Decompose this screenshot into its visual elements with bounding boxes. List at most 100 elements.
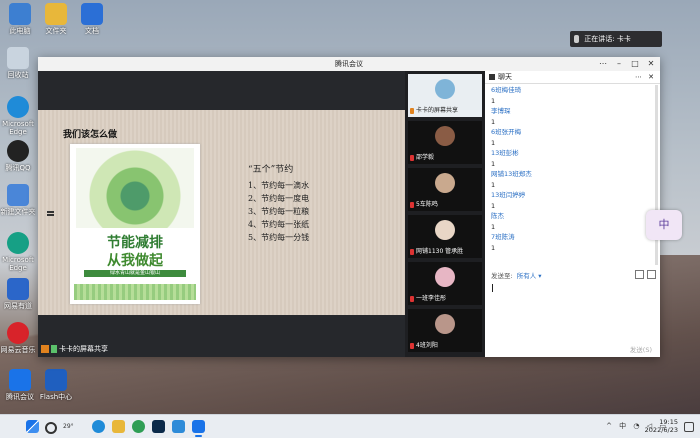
wifi-icon[interactable]: ◔ <box>633 422 639 430</box>
edge-icon <box>7 96 29 118</box>
chat-more-icon[interactable]: ⋯ <box>635 71 642 83</box>
file-explorer-icon[interactable] <box>112 420 125 433</box>
participant-tile[interactable]: 5车陈鸣 <box>408 168 482 211</box>
chat-sender: 陈杰 <box>491 212 504 220</box>
microphone-icon <box>410 107 414 114</box>
search-icon[interactable] <box>45 422 57 434</box>
document-icon <box>81 3 103 25</box>
chevron-up-icon[interactable]: ^ <box>606 422 612 430</box>
desktop-icon-folder[interactable]: 文件夹 <box>38 3 74 35</box>
chat-message: 1 <box>491 222 496 231</box>
clock-date: 2022/6/23 <box>644 426 678 434</box>
edge-icon[interactable] <box>92 420 105 433</box>
chat-icon <box>489 74 495 80</box>
desktop-icon-qq[interactable]: 腾讯QQ <box>0 140 36 172</box>
shared-slide: 我们该怎么做 节能减排 从我做起 绿水青山就是金山银山 “五个”节约 1、节约每… <box>38 110 405 315</box>
desktop-icon-document[interactable]: 文档 <box>74 3 110 35</box>
desktop-icon-youdao[interactable]: 网易有道 <box>0 278 36 310</box>
send-to-dropdown[interactable]: 所有人 ▾ <box>517 272 542 280</box>
chat-sender: 网铺13班郑杰 <box>491 170 532 178</box>
taskbar-clock[interactable]: 19:15 2022/6/23 <box>645 418 678 434</box>
send-to-label: 发送至: <box>491 272 513 280</box>
desktop-icon-this-pc[interactable]: 此电脑 <box>2 3 38 35</box>
ime-floating-widget[interactable]: 中 <box>646 210 682 240</box>
desktop-icon-recycle-bin[interactable]: 回收站 <box>0 47 36 79</box>
five-item: 2、节约每一度电 <box>248 194 310 203</box>
chat-sender: 13班彭彬 <box>491 149 519 157</box>
recycle-bin-icon <box>7 47 29 69</box>
minimize-button[interactable]: – <box>612 57 626 71</box>
tencent-meeting-taskbar-icon[interactable] <box>192 420 205 437</box>
youdao-icon <box>7 278 29 300</box>
desktop-icon-edge-2[interactable]: Microsoft Edge <box>0 232 36 272</box>
flash-icon <box>45 369 67 391</box>
chat-sender: 7班陈涛 <box>491 233 515 241</box>
chat-message: 1 <box>491 243 496 252</box>
five-item: 3、节约每一粒粮 <box>248 207 310 216</box>
participant-tile[interactable]: 4班刘阳 <box>408 309 482 352</box>
poster-headline-2: 从我做起 <box>107 253 163 269</box>
slide-marker <box>47 211 54 213</box>
input-language[interactable]: 中 <box>619 422 626 430</box>
desktop-icon-tencent-meeting[interactable]: 腾讯会议 <box>2 369 38 401</box>
window-titlebar[interactable]: 腾讯会议 ⋯ – □ ✕ <box>38 57 660 71</box>
participant-tile[interactable]: 卡卡的屏幕共享 <box>408 74 482 117</box>
folder-icon <box>45 3 67 25</box>
weather-widget[interactable]: 29° <box>63 420 85 433</box>
photoshop-icon[interactable] <box>152 420 165 433</box>
five-item: 1、节约每一滴水 <box>248 181 310 190</box>
chat-message: 1 <box>491 180 496 189</box>
maximize-button[interactable]: □ <box>628 57 642 71</box>
screen-share-area[interactable]: 我们该怎么做 节能减排 从我做起 绿水青山就是金山银山 “五个”节约 1、节约每… <box>38 71 405 357</box>
close-button[interactable]: ✕ <box>644 57 658 71</box>
desktop-icon-netease-music[interactable]: 网易云音乐 <box>0 322 36 354</box>
send-target-row: 发送至: 所有人 ▾ <box>491 270 656 280</box>
chat-header: 聊天 ⋯ ✕ <box>485 71 660 84</box>
chrome-icon[interactable] <box>132 420 145 433</box>
window-title: 腾讯会议 <box>335 60 363 68</box>
desktop-icon-new-folder[interactable]: 新建文件夹 <box>0 184 36 216</box>
avatar <box>435 314 455 334</box>
microphone-muted-icon <box>410 295 414 302</box>
chat-input[interactable] <box>492 284 493 292</box>
participant-tile[interactable]: 网铺1130 管承胜 <box>408 215 482 258</box>
notification-center-icon[interactable] <box>684 422 694 432</box>
monitor-icon <box>9 3 31 25</box>
participant-video-list: 卡卡的屏幕共享 邵学毅 5车陈鸣 网铺1130 管承胜 一班李佳彤 4班刘阳 <box>405 71 485 357</box>
participant-tile[interactable]: 一班李佳彤 <box>408 262 482 305</box>
avatar <box>435 220 455 240</box>
avatar <box>435 126 455 146</box>
poster-headline-1: 节能减排 <box>107 235 163 251</box>
qq-icon <box>7 140 29 162</box>
chat-panel: 聊天 ⋯ ✕ 6班梅佳琦 1 李博琛 1 6班张开梅 1 13班彭彬 1 网铺1… <box>485 71 660 357</box>
chat-message: 1 <box>491 117 496 126</box>
tencent-meeting-icon <box>9 369 31 391</box>
file-icon[interactable] <box>635 270 644 279</box>
microphone-muted-icon <box>410 342 414 349</box>
avatar <box>435 79 455 99</box>
screenshot-icon[interactable] <box>647 270 656 279</box>
microphone-icon <box>574 35 579 43</box>
chat-message-list: 6班梅佳琦 1 李博琛 1 6班张开梅 1 13班彭彬 1 网铺13班郑杰 1 … <box>491 85 651 253</box>
chat-message: 1 <box>491 96 496 105</box>
avatar <box>435 267 455 287</box>
microphone-muted-icon <box>410 201 414 208</box>
chat-sender: 李博琛 <box>491 107 511 115</box>
five-savings-list: “五个”节约 1、节约每一滴水 2、节约每一度电 3、节约每一粒粮 4、节约每一… <box>248 162 309 244</box>
desktop-icon-flash-center[interactable]: Flash中心 <box>38 369 74 401</box>
sharer-label: 卡卡的屏幕共享 <box>41 344 108 354</box>
photos-icon[interactable] <box>172 420 185 433</box>
speaking-notification: 正在讲话: 卡卡 <box>570 31 662 47</box>
microphone-muted-icon <box>410 248 414 255</box>
poster-grass <box>74 284 196 300</box>
pin-icon[interactable]: ⋯ <box>596 57 610 71</box>
desktop-icon-edge[interactable]: Microsoft Edge <box>0 96 36 136</box>
network-icon <box>51 345 57 353</box>
send-button[interactable]: 发送(S) <box>630 344 652 354</box>
chat-sender: 6班梅佳琦 <box>491 86 522 94</box>
chat-close-icon[interactable]: ✕ <box>648 71 654 83</box>
folder-icon <box>7 184 29 206</box>
participant-tile[interactable]: 邵学毅 <box>408 121 482 164</box>
start-icon[interactable] <box>26 420 39 433</box>
microphone-muted-icon <box>410 154 414 161</box>
